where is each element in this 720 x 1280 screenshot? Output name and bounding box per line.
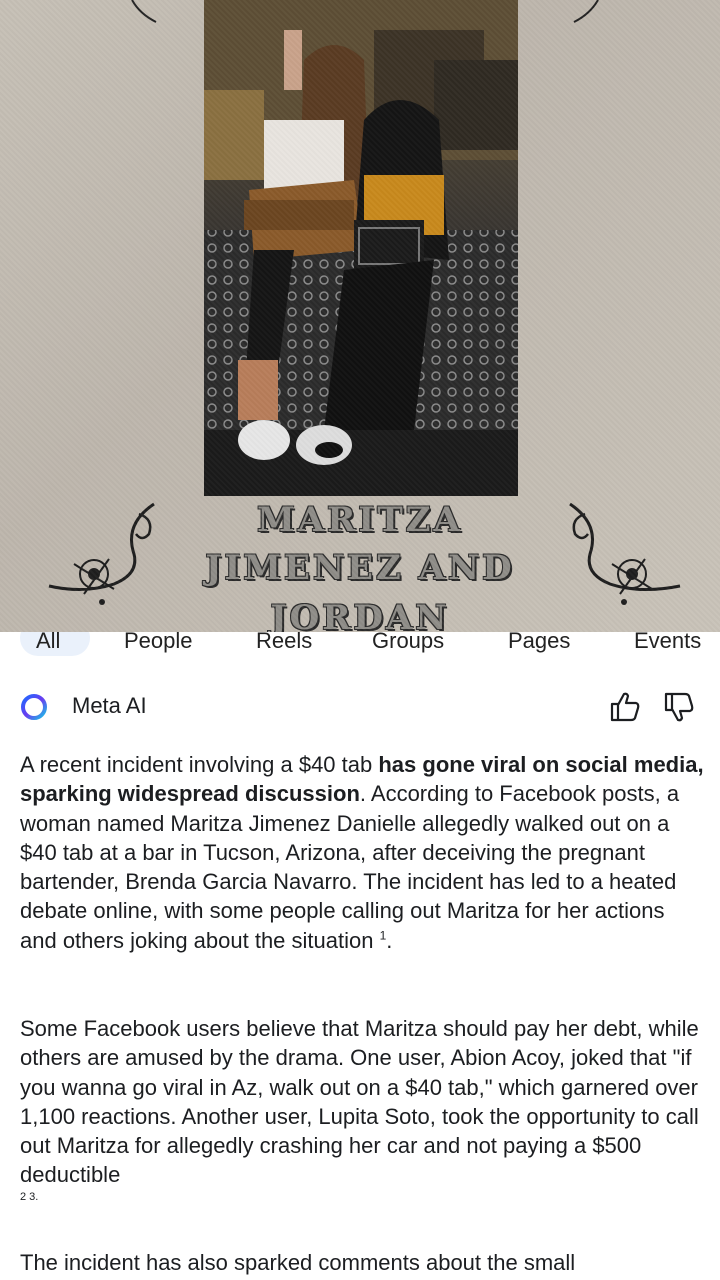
thumbs-up-icon[interactable] [608,690,642,724]
citations-2-3[interactable]: 2 3 [20,1191,35,1203]
tab-all[interactable]: All [36,632,60,654]
ornament-left-icon [48,502,155,605]
tab-reels[interactable]: Reels [256,632,312,654]
answer-paragraph-1: A recent incident involving a $40 tab ha… [20,750,705,955]
flourish-top-left-icon [131,0,157,23]
meta-ai-header: Meta AI [20,690,700,724]
citation-line: 2 3. [20,1190,705,1208]
answer-text: . [35,1190,39,1203]
answer-text: . According to Facebook posts, a woman n… [20,781,680,953]
poster-title-line-2: JIMENEZ AND [205,548,515,588]
tab-groups[interactable]: Groups [372,632,444,654]
tab-pages[interactable]: Pages [508,632,570,654]
answer-text: . [386,927,393,953]
flourish-top-right-icon [573,0,599,23]
ornament-right-icon [569,502,681,605]
poster-image[interactable]: MARITZA JIMENEZ AND JORDAN [0,0,720,640]
thumbs-down-icon[interactable] [662,690,696,724]
answer-paragraph-3: The incident has also sparked comments a… [20,1250,576,1275]
poster-title-line-1: MARITZA [257,500,463,540]
meta-ai-label: Meta AI [72,693,147,718]
poster-photo [204,0,518,496]
meta-ai-logo-icon [21,694,47,720]
search-filter-tabs: All People Reels Groups Pages Events [0,632,720,662]
tab-people[interactable]: People [124,632,193,654]
answer-paragraph-2: Some Facebook users believe that Maritza… [20,1014,705,1208]
answer-text: A recent incident involving a $40 tab [20,752,379,777]
answer-text: Some Facebook users believe that Maritza… [20,1016,699,1188]
tab-events[interactable]: Events [634,632,701,654]
